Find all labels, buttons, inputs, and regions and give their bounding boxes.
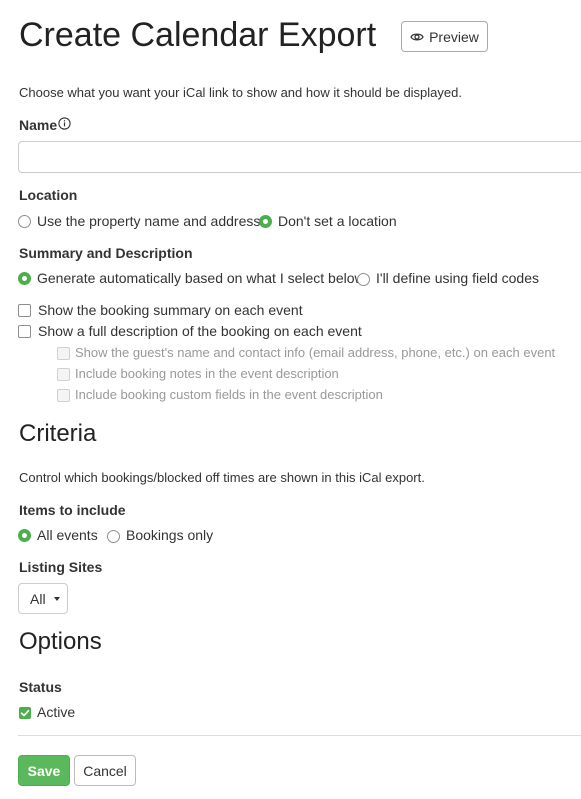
name-label: Name <box>19 117 58 133</box>
location-property-label[interactable]: Use the property name and address <box>37 213 260 229</box>
booking-notes-label: Include booking notes in the event descr… <box>75 366 339 381</box>
location-none-radio[interactable] <box>259 215 272 228</box>
listing-sites-value: All <box>30 590 46 607</box>
items-label: Items to include <box>19 502 126 518</box>
summary-field-codes-radio[interactable] <box>357 273 370 286</box>
location-label: Location <box>19 187 78 203</box>
guest-info-label: Show the guest's name and contact info (… <box>75 345 556 360</box>
name-input[interactable] <box>18 141 581 173</box>
cancel-button[interactable]: Cancel <box>74 755 136 786</box>
custom-fields-label: Include booking custom fields in the eve… <box>75 387 383 402</box>
eye-icon <box>410 33 424 40</box>
divider <box>18 735 581 736</box>
checkmark-icon <box>20 709 30 717</box>
location-property-radio[interactable] <box>18 215 31 228</box>
criteria-heading: Criteria <box>19 420 97 447</box>
summary-auto-radio[interactable] <box>18 272 31 285</box>
bookings-only-radio[interactable] <box>107 530 120 543</box>
all-events-label[interactable]: All events <box>37 527 98 543</box>
guest-info-checkbox[interactable] <box>57 347 70 360</box>
bookings-only-label[interactable]: Bookings only <box>126 527 213 543</box>
summary-field-codes-label[interactable]: I'll define using field codes <box>376 270 539 286</box>
booking-notes-checkbox[interactable] <box>57 368 70 381</box>
preview-label: Preview <box>429 28 479 45</box>
listing-sites-select[interactable]: All <box>18 583 68 614</box>
location-none-label[interactable]: Don't set a location <box>278 213 397 229</box>
preview-button[interactable]: Preview <box>401 21 488 52</box>
save-button[interactable]: Save <box>18 755 70 786</box>
summary-auto-label[interactable]: Generate automatically based on what I s… <box>37 270 365 286</box>
show-summary-label[interactable]: Show the booking summary on each event <box>38 302 303 318</box>
active-label[interactable]: Active <box>37 704 75 720</box>
options-heading: Options <box>19 628 102 655</box>
show-description-label[interactable]: Show a full description of the booking o… <box>38 323 362 339</box>
caret-down-icon <box>53 596 60 601</box>
show-description-checkbox[interactable] <box>18 325 31 338</box>
active-checkbox[interactable] <box>19 707 31 719</box>
intro-text: Choose what you want your iCal link to s… <box>19 85 462 100</box>
listing-sites-label: Listing Sites <box>19 559 103 575</box>
status-label: Status <box>19 679 62 695</box>
custom-fields-checkbox[interactable] <box>57 389 70 402</box>
all-events-radio[interactable] <box>18 529 31 542</box>
info-icon[interactable] <box>58 117 71 130</box>
page-title: Create Calendar Export <box>19 16 377 54</box>
summary-label: Summary and Description <box>19 245 193 261</box>
criteria-description: Control which bookings/blocked off times… <box>19 470 425 485</box>
show-summary-checkbox[interactable] <box>18 304 31 317</box>
